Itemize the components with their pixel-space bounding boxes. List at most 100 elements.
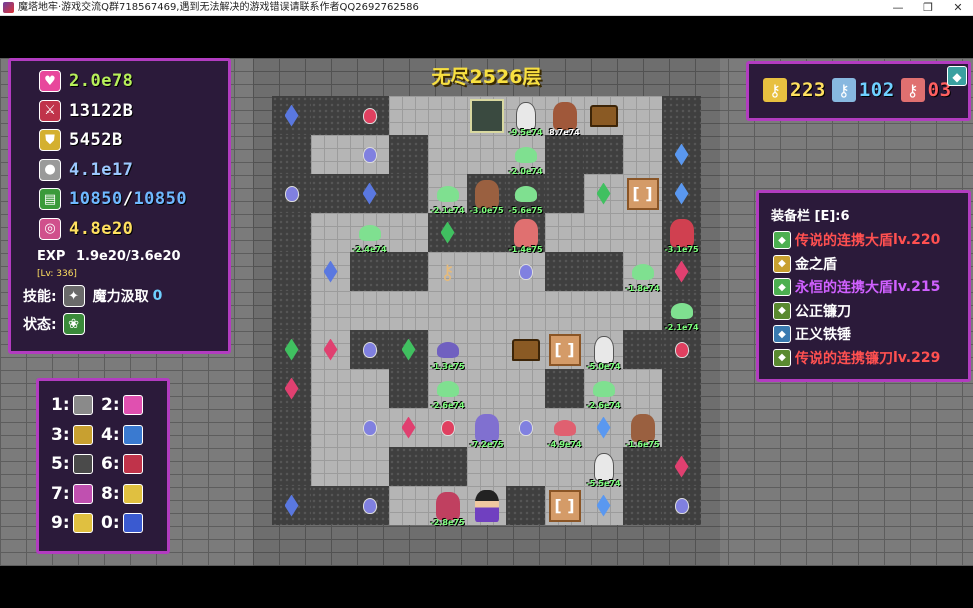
gem-tile[interactable] — [662, 447, 701, 486]
chest-tile[interactable] — [584, 96, 623, 135]
wall-tile — [272, 291, 311, 330]
potion-tile[interactable] — [662, 486, 701, 525]
gem-tile[interactable] — [662, 252, 701, 291]
gem-tile[interactable] — [428, 213, 467, 252]
slime-tile[interactable]: -2.0e74 — [506, 135, 545, 176]
equipment-item[interactable]: ◆ 传说的连携大盾 lv.220 — [773, 229, 940, 251]
skill-8-icon[interactable] — [122, 483, 143, 504]
dungeon-map[interactable]: -9.5e74 8.7e74 -2.0e74 -2.1e74 -3.0e75 -5.6e7… — [272, 96, 701, 527]
equipment-item[interactable]: ◆ 传说的连携镰刀 lv.229 — [773, 347, 940, 369]
skill-2-icon[interactable] — [122, 395, 143, 415]
skill-1-icon[interactable] — [72, 395, 93, 415]
wall-tile — [662, 369, 701, 408]
door-icon: [ ] — [548, 333, 581, 366]
gem-tile[interactable] — [272, 486, 311, 525]
slime-monster — [553, 419, 576, 436]
gem-tile[interactable] — [662, 174, 701, 213]
gem-tile[interactable] — [662, 135, 701, 174]
floor-tile — [467, 252, 506, 291]
floor-tile — [545, 291, 584, 330]
hotkey-slot[interactable]: 4: — [101, 424, 143, 445]
monster-tile[interactable]: -1.4e75 — [506, 213, 545, 254]
hotkey-slot[interactable]: 2: — [101, 395, 143, 415]
slime-tile[interactable]: -4.9e74 — [545, 408, 584, 449]
hero-sprite — [474, 489, 499, 522]
hotkey-slot[interactable]: 0: — [101, 513, 143, 533]
monster-tile[interactable]: -2.8e75 — [428, 486, 467, 527]
monster-sprite — [474, 179, 499, 208]
hotkey-slot[interactable]: 6: — [101, 454, 143, 474]
gem-tile[interactable] — [584, 486, 623, 525]
equipment-name: 正义铁锤 — [795, 327, 851, 343]
monster-tile[interactable]: -7.2e75 — [467, 408, 506, 449]
skill-0-icon[interactable] — [122, 513, 143, 533]
equipment-item[interactable]: ◆ 永恒的连携大盾 lv.215 — [773, 276, 940, 298]
potion-tile[interactable] — [272, 174, 311, 213]
skeleton-tile[interactable]: -5.0e74 — [584, 330, 623, 371]
minimize-button[interactable]: — — [883, 0, 913, 15]
skeleton-tile[interactable]: -5.5e74 — [584, 447, 623, 488]
potion-tile[interactable] — [350, 330, 389, 369]
status-effect-icon[interactable]: ❀ — [62, 313, 85, 335]
hotkey-slot[interactable]: 1: — [51, 395, 93, 415]
skill-3-icon[interactable] — [72, 424, 93, 445]
potion-tile[interactable] — [350, 135, 389, 174]
slime-tile[interactable]: -2.6e74 — [584, 369, 623, 410]
gem-tile[interactable] — [350, 174, 389, 213]
wall-tile — [545, 252, 584, 291]
skills-label: 技能: — [23, 289, 57, 305]
hotkey-slot[interactable]: 8: — [101, 483, 143, 504]
skill-6-icon[interactable] — [122, 454, 143, 474]
close-button[interactable]: ✕ — [943, 0, 973, 15]
equipment-name: 永恒的连携大盾 — [795, 280, 893, 296]
slime-tile[interactable]: -1.3e75 — [428, 330, 467, 371]
skill-4-icon[interactable] — [122, 424, 143, 445]
skill-5-icon[interactable] — [72, 454, 93, 474]
equipment-item[interactable]: ◆ 正义铁锤 — [773, 323, 851, 345]
monster-tile[interactable]: -3.1e75 — [662, 213, 701, 254]
gem-tile[interactable] — [272, 330, 311, 369]
game-canvas[interactable]: ♥ 2.0e78 ⚔ 13122B ⛊ 5452B ● 4.1e17 ▤ 10850/10850 ◎… — [0, 58, 973, 566]
potion-icon — [518, 263, 533, 280]
gem-tile[interactable] — [389, 408, 428, 447]
slime-tile[interactable]: -2.4e74 — [350, 213, 389, 254]
gem-tile[interactable] — [272, 369, 311, 408]
damage-label: -1.6e75 — [625, 440, 660, 449]
potion-tile[interactable] — [662, 330, 701, 369]
hotkey-slot[interactable]: 9: — [51, 513, 93, 533]
floor-tile — [623, 135, 662, 174]
hotkey-slot[interactable]: 3: — [51, 424, 93, 445]
gem-tile[interactable] — [272, 96, 311, 135]
equipment-item[interactable]: ◆ 公正镰刀 — [773, 300, 851, 322]
door-tile[interactable]: [ ] — [623, 174, 662, 213]
potion-tile[interactable] — [506, 252, 545, 291]
equipment-item[interactable]: ◆ 金之盾 — [773, 253, 837, 275]
gem-icon — [440, 221, 455, 244]
skill-9-icon[interactable] — [72, 513, 93, 533]
skill-7-icon[interactable] — [72, 483, 93, 504]
hotkey-slot[interactable]: 5: — [51, 454, 93, 474]
potion-tile[interactable] — [350, 408, 389, 447]
slime-monster — [514, 146, 537, 163]
slime-tile[interactable]: -5.6e75 — [506, 174, 545, 215]
gem-tile[interactable] — [584, 174, 623, 213]
window-title: 魔塔地牢·游戏交流Q群718567469,遇到无法解决的游戏错误请联系作者QQ2… — [18, 2, 419, 13]
mana-drain-skill-icon[interactable]: ✦ — [62, 285, 85, 307]
slime-tile[interactable]: -2.6e74 — [428, 369, 467, 410]
hotkey-slot[interactable]: 7: — [51, 483, 93, 504]
hero-tile[interactable] — [467, 486, 506, 525]
monster-tile[interactable]: 8.7e74 — [545, 96, 584, 137]
chest-tile[interactable] — [506, 330, 545, 369]
potion-tile[interactable] — [350, 96, 389, 135]
slime-tile[interactable]: -1.8e74 — [623, 252, 662, 293]
potion-icon — [362, 497, 377, 514]
gem-tile[interactable] — [311, 330, 350, 369]
key-tile[interactable]: ⚷ — [428, 252, 467, 291]
restore-button[interactable]: ❐ — [913, 0, 943, 15]
slime-tile[interactable]: -2.1e74 — [662, 291, 701, 332]
inventory-toggle-icon[interactable]: ◆ — [947, 66, 967, 86]
potion-tile[interactable] — [350, 486, 389, 525]
door-tile[interactable]: [ ] — [545, 486, 584, 525]
gem-tile[interactable] — [311, 252, 350, 291]
monster-tile[interactable]: -1.6e75 — [623, 408, 662, 449]
